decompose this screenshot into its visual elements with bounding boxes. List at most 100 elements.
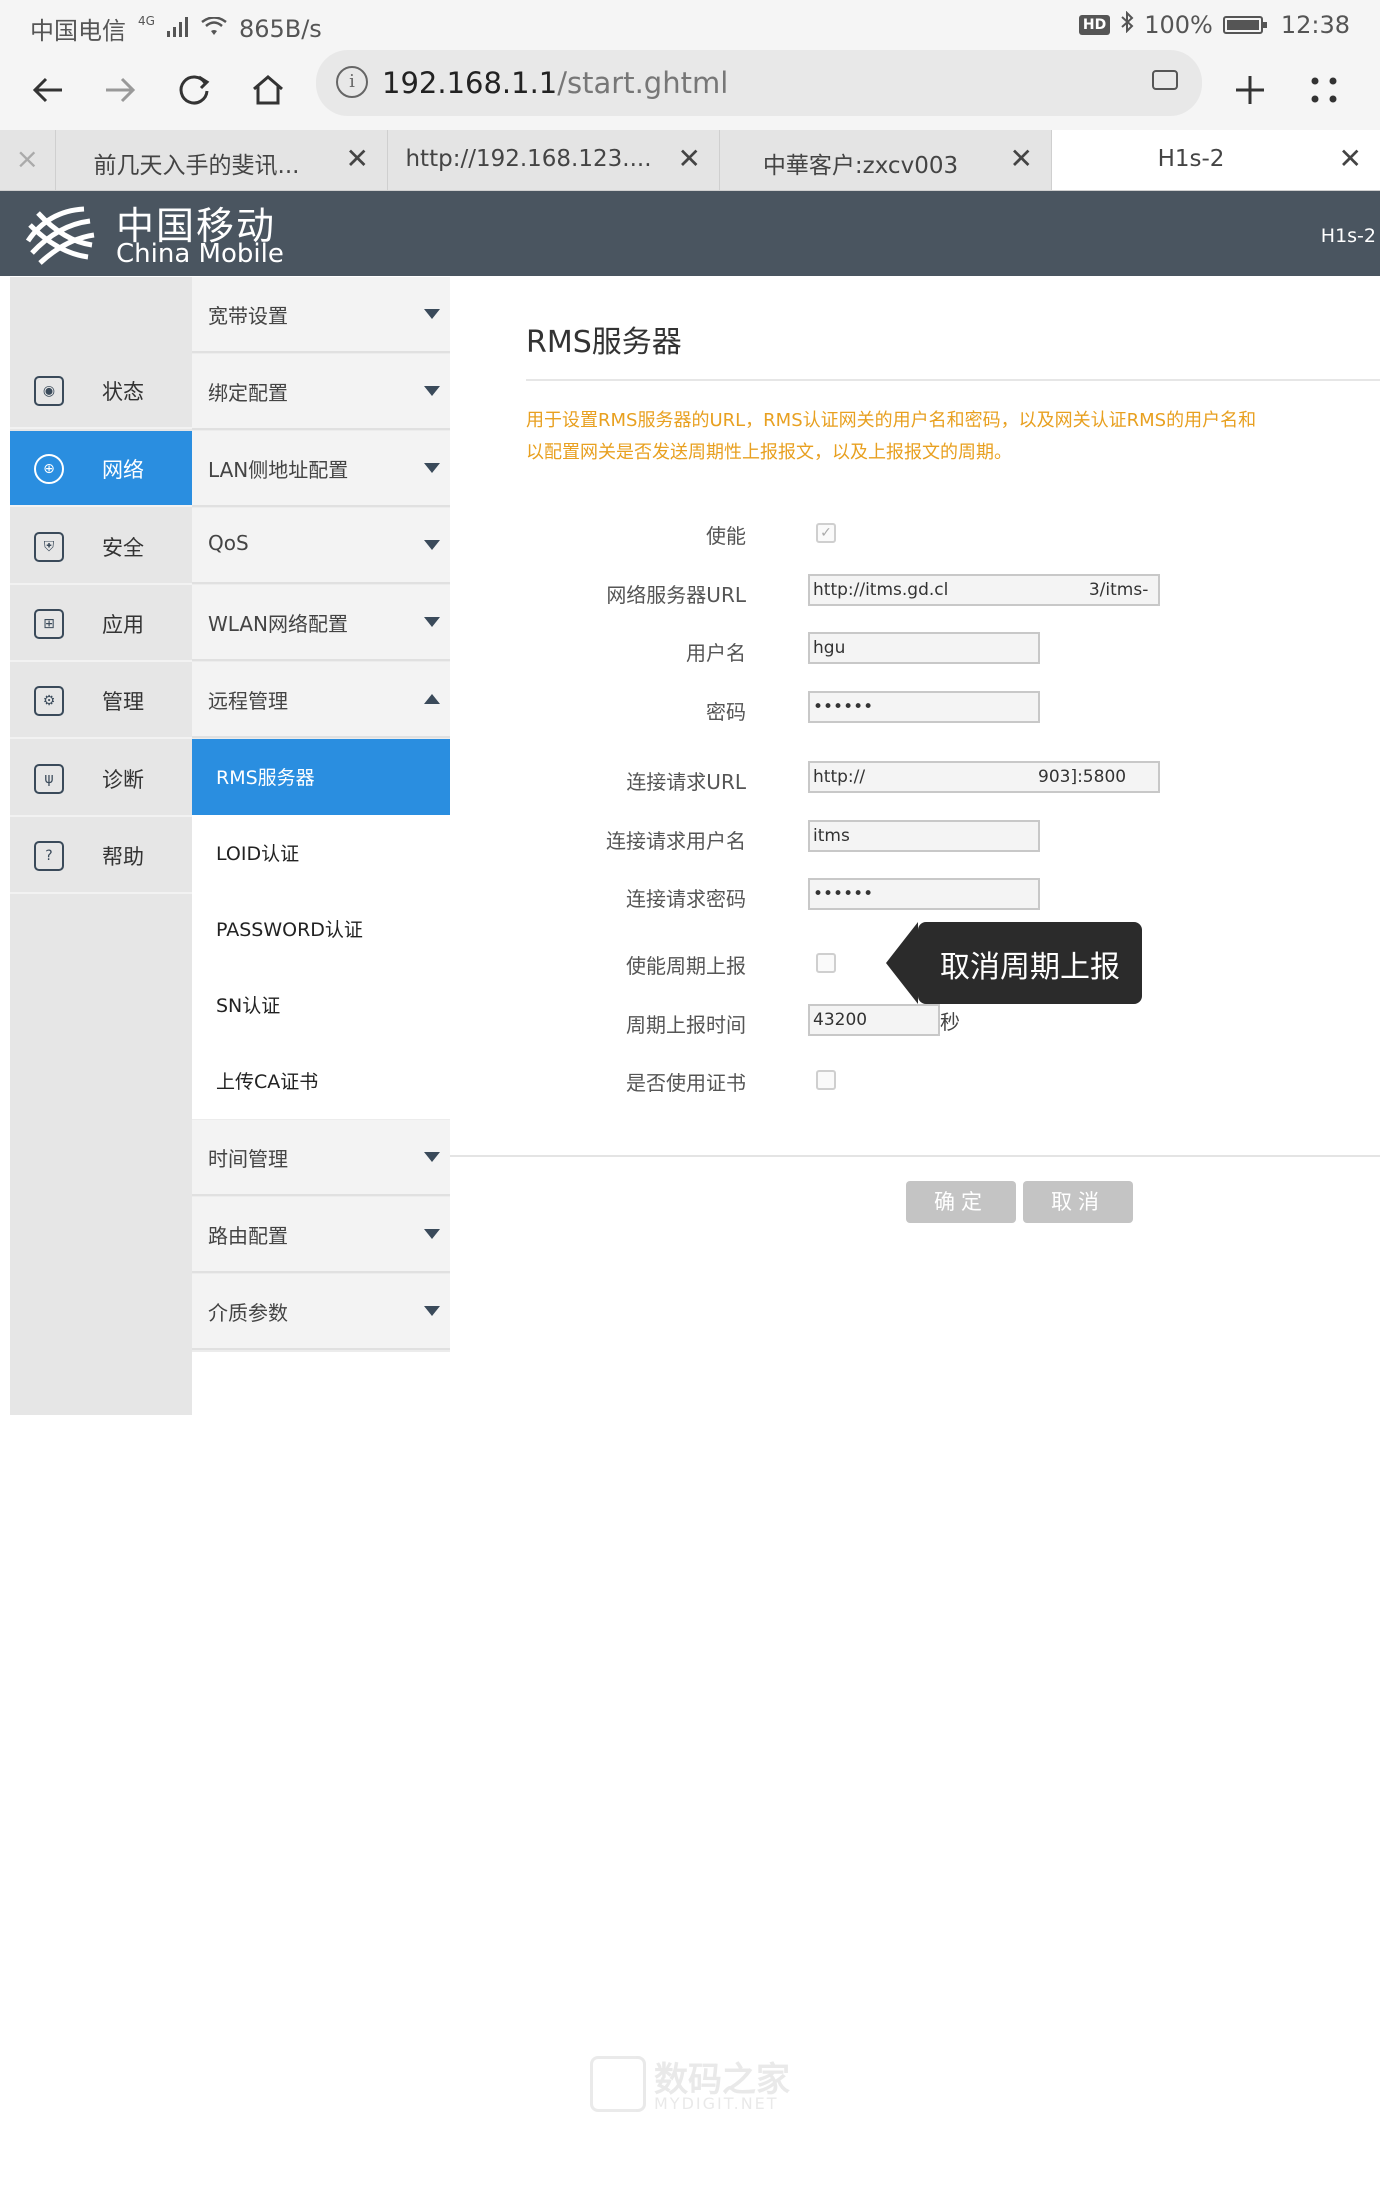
chevron-down-icon [424, 617, 440, 627]
submenu-label: QoS [208, 531, 249, 555]
interval-unit: 秒 [940, 1010, 960, 1034]
nav-label: 诊断 [102, 768, 144, 792]
periodic-checkbox[interactable] [816, 953, 836, 973]
conn-user-label: 连接请求用户名 [606, 829, 746, 853]
submenu-broadband[interactable]: 宽带设置 [192, 277, 450, 353]
close-icon[interactable]: ✕ [1339, 142, 1362, 175]
conn-pass-input[interactable] [808, 878, 1040, 910]
nav-item-status[interactable]: ◉ 状态 [10, 353, 192, 429]
interval-input[interactable] [808, 1004, 940, 1036]
network-type: 4G [138, 13, 155, 28]
submenu-qos[interactable]: QoS [192, 508, 450, 584]
nav-item-help[interactable]: ? 帮助 [10, 818, 192, 894]
submenu-filler [192, 1352, 450, 1415]
main-content: RMS服务器 用于设置RMS服务器的URL，RMS认证网关的用户名和密码，以及网… [450, 277, 1380, 1277]
url-text[interactable]: 192.168.1.1/start.ghtml [382, 66, 728, 100]
info-icon[interactable]: i [336, 66, 368, 98]
stethoscope-icon: ψ [34, 764, 64, 794]
ok-button[interactable]: 确定 [906, 1181, 1016, 1223]
submenu-remote[interactable]: 远程管理 [192, 662, 450, 738]
forward-icon[interactable] [98, 68, 142, 112]
nav-label: 应用 [102, 613, 144, 637]
submenu-ca[interactable]: 上传CA证书 [192, 1043, 450, 1119]
submenu-label: SN认证 [216, 995, 281, 1017]
submenu-wlan[interactable]: WLAN网络配置 [192, 585, 450, 661]
acs-url-input[interactable] [808, 574, 1160, 606]
nav-item-diagnose[interactable]: ψ 诊断 [10, 741, 192, 817]
submenu-loid[interactable]: LOID认证 [192, 815, 450, 891]
chevron-down-icon [424, 386, 440, 396]
username-input[interactable] [808, 632, 1040, 664]
main-nav: ◉ 状态 ⊕ 网络 ⛨ 安全 ⊞ 应用 ⚙ 管理 ψ 诊断 ? 帮助 [10, 277, 192, 1415]
chevron-up-icon [424, 694, 440, 704]
clock: 12:38 [1280, 11, 1350, 39]
close-icon[interactable]: ✕ [678, 142, 701, 175]
row-cert: 是否使用证书 [450, 1062, 1380, 1096]
home-icon[interactable] [246, 68, 290, 112]
url-field[interactable]: i 192.168.1.1/start.ghtml [316, 52, 1202, 116]
watermark: 数码之家 MYDIGIT.NET [590, 2050, 790, 2114]
submenu-binding[interactable]: 绑定配置 [192, 354, 450, 430]
password-input[interactable] [808, 691, 1040, 723]
chevron-down-icon [424, 1152, 440, 1162]
row-username: 用户名 [450, 632, 1380, 666]
device-model: H1s-2 [1320, 225, 1376, 247]
sub-nav: 宽带设置 绑定配置 LAN侧地址配置 QoS WLAN网络配置 远程管理 RMS… [192, 277, 450, 1415]
tab-strip: × 前几天入手的斐讯... ✕ http://192.168.123.... ✕… [0, 130, 1380, 191]
reload-icon[interactable] [172, 68, 216, 112]
submenu-sn[interactable]: SN认证 [192, 967, 450, 1043]
nav-item-network[interactable]: ⊕ 网络 [10, 431, 192, 507]
nav-label: 状态 [102, 380, 144, 404]
nav-item-manage[interactable]: ⚙ 管理 [10, 663, 192, 739]
submenu-time[interactable]: 时间管理 [192, 1120, 450, 1196]
submenu-label: WLAN网络配置 [208, 612, 349, 636]
tab-switcher-icon[interactable] [1152, 70, 1178, 90]
interval-label: 周期上报时间 [626, 1013, 746, 1037]
tab-1[interactable]: 前几天入手的斐讯... ✕ [56, 130, 388, 190]
description-line-2: 以配置网关是否发送周期性上报报文，以及上报报文的周期。 [526, 442, 1012, 463]
submenu-label: RMS服务器 [216, 767, 315, 789]
enable-label: 使能 [706, 524, 746, 548]
close-icon[interactable]: × [16, 142, 39, 175]
submenu-media[interactable]: 介质参数 [192, 1274, 450, 1350]
periodic-label: 使能周期上报 [626, 954, 746, 978]
help-icon: ? [34, 841, 64, 871]
url-path: /start.ghtml [557, 66, 729, 100]
submenu-lan[interactable]: LAN侧地址配置 [192, 431, 450, 507]
close-icon[interactable]: ✕ [1010, 142, 1033, 175]
cancel-button[interactable]: 取消 [1023, 1181, 1133, 1223]
tab-3[interactable]: 中華客户:zxcv003 ✕ [720, 130, 1052, 190]
cert-checkbox[interactable] [816, 1070, 836, 1090]
submenu-route[interactable]: 路由配置 [192, 1197, 450, 1273]
new-tab-icon[interactable] [1228, 68, 1272, 112]
annotation-callout: 取消周期上报 [886, 922, 1142, 1004]
brand-name-en: China Mobile [116, 239, 284, 269]
conn-url-input[interactable] [808, 761, 1160, 793]
submenu-rms[interactable]: RMS服务器 [192, 739, 450, 815]
net-speed: 865B/s [238, 14, 322, 43]
tab-title: http://192.168.123.... [405, 146, 652, 172]
nav-item-security[interactable]: ⛨ 安全 [10, 509, 192, 585]
cert-label: 是否使用证书 [626, 1071, 746, 1095]
enable-checkbox[interactable]: ✓ [816, 523, 836, 543]
submenu-label: 绑定配置 [208, 381, 288, 405]
submenu-password[interactable]: PASSWORD认证 [192, 891, 450, 967]
row-enable: 使能 ✓ [450, 515, 1380, 549]
conn-user-input[interactable] [808, 820, 1040, 852]
back-icon[interactable] [26, 68, 70, 112]
tab-close-all[interactable]: × [0, 130, 56, 190]
password-label: 密码 [706, 700, 746, 724]
callout-text: 取消周期上报 [940, 950, 1120, 985]
submenu-label: 路由配置 [208, 1224, 288, 1248]
menu-dots-icon[interactable] [1302, 68, 1346, 112]
status-icon: ◉ [34, 376, 64, 406]
submenu-label: 远程管理 [208, 689, 288, 713]
tab-2[interactable]: http://192.168.123.... ✕ [388, 130, 720, 190]
nav-item-apps[interactable]: ⊞ 应用 [10, 586, 192, 662]
divider [526, 379, 1380, 381]
close-icon[interactable]: ✕ [346, 142, 369, 175]
tab-active[interactable]: H1s-2 ✕ [1052, 130, 1380, 190]
gear-icon: ⚙ [34, 686, 64, 716]
bluetooth-icon [1120, 10, 1134, 39]
chevron-down-icon [424, 309, 440, 319]
